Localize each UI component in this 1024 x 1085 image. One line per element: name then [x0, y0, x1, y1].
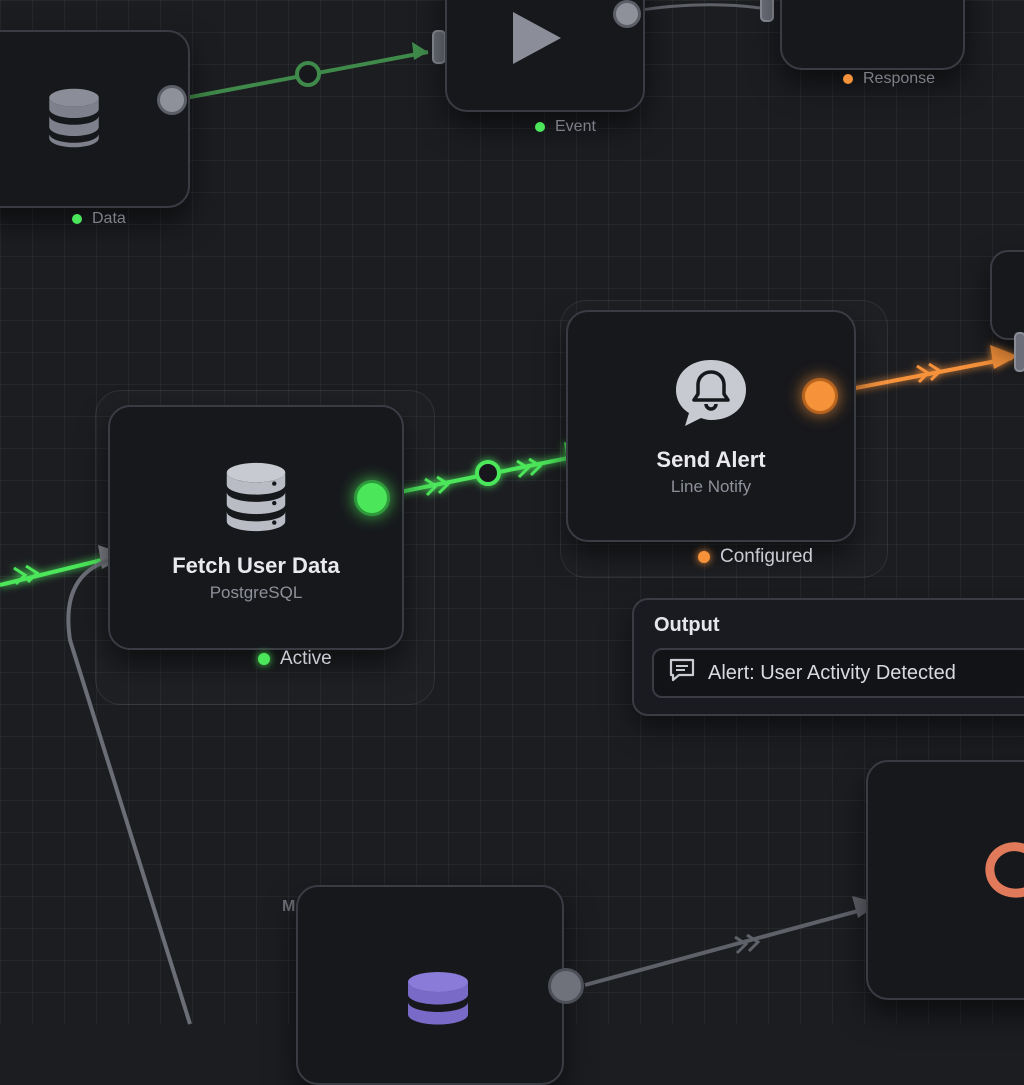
output-value: Alert: User Activity Detected	[708, 661, 956, 684]
response-node[interactable]	[780, 0, 965, 70]
wire-incoming-left[interactable]	[0, 556, 111, 587]
response-status: Response	[843, 70, 935, 88]
message-output-port[interactable]	[548, 968, 584, 1004]
status-dot	[535, 122, 545, 132]
fetch-user-data-node[interactable]: Fetch User Data PostgreSQL	[108, 405, 404, 650]
event-status-text: Event	[555, 118, 596, 135]
send-alert-node[interactable]: Send Alert Line Notify	[566, 310, 856, 542]
output-panel: Output Alert: User Activity Detected	[632, 598, 1024, 716]
database-icon	[398, 967, 478, 1042]
wire-midpoint-active	[475, 460, 501, 486]
wire-midpoint-top	[295, 61, 321, 87]
database-icon	[38, 82, 110, 159]
fetch-node-subtitle: PostgreSQL	[209, 583, 303, 602]
wire-arrow-top	[412, 42, 428, 60]
fetch-status-text: Active	[280, 648, 332, 669]
loop-node[interactable]	[866, 760, 1024, 1000]
status-dot	[72, 214, 82, 224]
fetch-node-title: Fetch User Data	[172, 553, 340, 578]
database-icon	[216, 458, 296, 541]
alert-node-title: Send Alert	[656, 446, 766, 472]
fetch-output-port[interactable]	[354, 480, 390, 516]
next-input-connector[interactable]	[1014, 332, 1024, 372]
bell-chat-icon	[670, 356, 752, 435]
alert-status: Configured	[698, 546, 813, 568]
data-status: Data	[72, 210, 126, 228]
next-node[interactable]	[990, 250, 1024, 340]
output-label: Output	[654, 614, 720, 636]
play-icon	[505, 8, 565, 73]
message-node[interactable]	[296, 885, 564, 1085]
output-value-box[interactable]: Alert: User Activity Detected	[652, 648, 1024, 698]
response-status-text: Response	[863, 70, 936, 87]
alert-status-text: Configured	[720, 546, 813, 567]
status-dot	[698, 551, 710, 563]
data-status-text: Data	[92, 210, 126, 227]
data-node[interactable]	[0, 30, 190, 208]
event-status: Event	[535, 118, 596, 136]
response-input-connector[interactable]	[760, 0, 774, 22]
fetch-status: Active	[258, 648, 332, 670]
alert-node-subtitle: Line Notify	[670, 476, 752, 496]
message-icon	[668, 657, 696, 689]
wire-message-to-loop[interactable]	[584, 903, 881, 987]
status-dot	[843, 74, 853, 84]
data-output-port[interactable]	[157, 85, 187, 115]
wire-event-to-response[interactable]	[627, 3, 761, 14]
status-dot	[258, 653, 270, 665]
alert-output-port[interactable]	[802, 378, 838, 414]
event-output-port[interactable]	[613, 0, 641, 28]
event-input-connector[interactable]	[432, 30, 446, 64]
loop-icon	[978, 832, 1024, 917]
